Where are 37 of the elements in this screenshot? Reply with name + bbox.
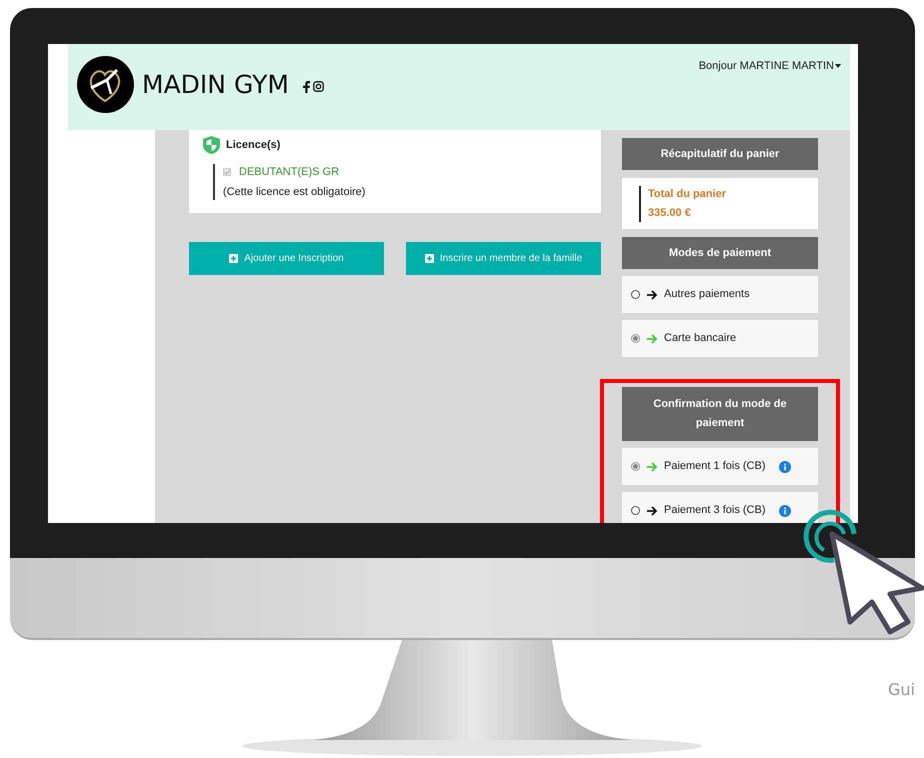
facebook-icon[interactable] (302, 80, 310, 92)
payment-option[interactable]: Autres paiements (622, 276, 818, 313)
option-label: Paiement 1 fois (CB) (664, 459, 766, 474)
shield-icon (203, 136, 220, 154)
radio-button[interactable] (631, 506, 640, 515)
radio-button[interactable] (631, 290, 640, 299)
option-label: Carte bancaire (664, 331, 736, 346)
licence-note: (Cette licence est obligatoire) (223, 184, 366, 200)
plus-icon (424, 254, 434, 263)
arrow-icon (646, 462, 658, 472)
payment-option[interactable]: Paiement 3 fois (CB) (622, 492, 818, 523)
arrow-icon (646, 334, 658, 344)
total-amount: 335.00 € (648, 206, 692, 221)
option-label: Paiement 3 fois (CB) (664, 503, 766, 518)
logo-icon (77, 56, 134, 113)
section-header: Récapitulatif du panier (622, 138, 818, 170)
info-icon[interactable] (779, 460, 792, 472)
radio-button[interactable] (631, 334, 640, 343)
total-label: Total du panier (648, 186, 726, 202)
click-ripple-icon (804, 510, 856, 563)
caret-icon (835, 64, 841, 68)
licence-title: Licence(s) (226, 138, 280, 153)
section-header: Confirmation du mode de paiement (622, 387, 818, 441)
payment-option[interactable]: Paiement 1 fois (CB) (622, 448, 818, 485)
instagram-icon[interactable] (312, 81, 324, 92)
arrow-icon (646, 290, 658, 300)
option-label: Autres paiements (664, 287, 750, 302)
brand-name: MADIN GYM (142, 68, 289, 101)
arrow-icon (646, 506, 658, 516)
radio-button[interactable] (631, 462, 640, 471)
licence-name: DEBUTANT(E)S GR (239, 165, 340, 180)
plus-icon (229, 254, 238, 263)
info-icon[interactable] (779, 504, 792, 516)
caption-text: Gui (888, 679, 915, 701)
user-menu[interactable]: Bonjour MARTINE MARTIN (698, 58, 841, 74)
payment-option[interactable]: Carte bancaire (622, 320, 818, 357)
section-header: Modes de paiement (622, 237, 818, 269)
